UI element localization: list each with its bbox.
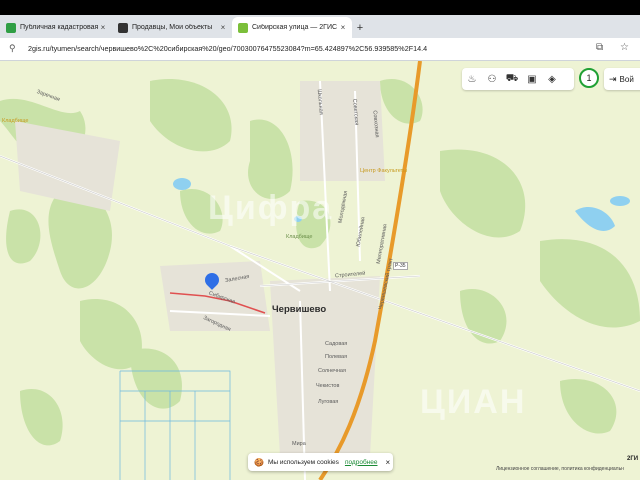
login-label: Вой [619, 74, 634, 84]
close-tab-icon[interactable]: × [218, 23, 228, 32]
street-label: Луговая [318, 399, 339, 405]
close-tab-icon[interactable]: × [338, 23, 348, 32]
poi-label[interactable]: Кладбище [2, 118, 28, 124]
watermark-text: Цифра [208, 189, 334, 227]
2gis-favicon-icon [238, 22, 248, 33]
layer-count-badge[interactable]: 1 [579, 68, 599, 88]
new-tab-button[interactable]: + [352, 17, 368, 38]
screen-top-bar [0, 0, 640, 15]
map-tools-panel: ♨ ⚇ ⛟ ▣ ◈ [462, 68, 574, 90]
bookmark-icon[interactable]: ☆ [620, 42, 629, 53]
cookie-more-link[interactable]: подробнее [345, 459, 378, 466]
tab-cadastral[interactable]: Публичная кадастровая ка × [0, 17, 112, 38]
login-icon: ⇥ [609, 73, 617, 84]
tab-label: Сибирская улица — 2ГИС [252, 24, 338, 31]
login-button[interactable]: ⇥ Вой [604, 68, 640, 90]
watermark-text: ЦИАН [420, 383, 527, 421]
fire-icon[interactable]: ♨ [462, 68, 482, 90]
map-canvas[interactable]: Цифра ЦИАН Червишево Заречная Школьная С… [0, 61, 640, 480]
map-graphics [0, 61, 640, 480]
cookie-text: Мы используем cookies [267, 458, 339, 466]
street-label: Солнечная [318, 368, 346, 374]
cookie-icon: 🍪 [254, 457, 264, 467]
site-info-icon[interactable]: ⚲ [9, 43, 16, 54]
cookie-banner: 🍪 Мы используем cookies подробнее × [248, 453, 393, 471]
street-label: Полевая [325, 354, 348, 360]
tab-label: Публичная кадастровая ка [20, 24, 98, 31]
tab-strip: Публичная кадастровая ка × Продавцы, Мои… [0, 15, 640, 38]
tab-label: Продавцы, Мои объекты [132, 24, 213, 31]
town-label[interactable]: Червишево [272, 304, 326, 315]
bus-icon[interactable]: ⛟ [502, 68, 522, 90]
sellers-favicon-icon [118, 22, 128, 33]
briefcase-icon[interactable]: ▣ [522, 68, 542, 90]
poi-label[interactable]: Кладбище [286, 234, 312, 240]
address-bar[interactable]: ⚲ 2gis.ru/tyumen/search/червишево%2C%20с… [0, 38, 640, 61]
layers-icon[interactable]: ◈ [542, 68, 562, 90]
street-label: Садовая [325, 341, 348, 347]
tab-sellers[interactable]: Продавцы, Мои объекты × [112, 17, 232, 38]
street-label: Чекистов [316, 383, 340, 389]
street-label: Мира [292, 441, 306, 447]
cookie-close-icon[interactable]: × [386, 458, 391, 467]
install-app-icon[interactable]: ⧉ [596, 42, 603, 53]
people-icon[interactable]: ⚇ [482, 68, 502, 90]
url-text[interactable]: 2gis.ru/tyumen/search/червишево%2C%20сиб… [28, 44, 427, 53]
poi-label[interactable]: Центр Факультеты [360, 168, 407, 174]
close-tab-icon[interactable]: × [98, 23, 108, 32]
cadastral-favicon-icon [6, 22, 16, 33]
road-number-badge: Р-35 [393, 262, 408, 270]
footer-legal-link[interactable]: Лицензионное соглашение, политика конфид… [496, 466, 624, 472]
tab-2gis[interactable]: Сибирская улица — 2ГИС × [232, 17, 352, 38]
brand-logo[interactable]: 2ГИ [627, 456, 638, 462]
